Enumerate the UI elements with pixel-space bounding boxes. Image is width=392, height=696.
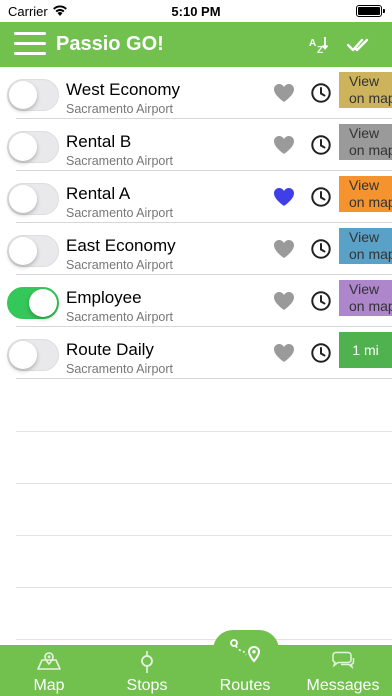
schedule-clock-icon[interactable]	[310, 290, 332, 312]
tab-map[interactable]: Map	[0, 645, 98, 696]
view-on-map-line2: on map	[349, 142, 392, 158]
view-on-map-line1: View	[349, 281, 380, 297]
battery-icon	[356, 5, 385, 17]
app-title: Passio GO!	[56, 33, 164, 55]
route-subtitle: Sacramento Airport	[66, 154, 173, 168]
view-on-map-button[interactable]: View on map	[339, 124, 392, 160]
heart-icon[interactable]	[273, 83, 295, 103]
tab-label: Messages	[306, 677, 380, 694]
route-list: West Economy Sacramento Airport View on m…	[0, 67, 392, 379]
route-row[interactable]: West Economy Sacramento Airport View on m…	[0, 67, 392, 119]
empty-separator	[16, 483, 392, 484]
route-name: Rental A	[66, 184, 131, 203]
row-divider	[16, 378, 392, 379]
tab-label: Routes	[219, 677, 271, 694]
schedule-clock-icon[interactable]	[310, 134, 332, 156]
tab-messages[interactable]: Messages	[294, 645, 392, 696]
view-on-map-line2: on map	[349, 298, 392, 314]
schedule-clock-icon[interactable]	[310, 186, 332, 208]
heart-icon[interactable]	[273, 239, 295, 259]
heart-icon[interactable]	[273, 187, 295, 207]
stop-pin-icon	[141, 651, 153, 673]
view-on-map-line1: View	[349, 229, 380, 245]
status-bar: Carrier 5:10 PM	[0, 0, 392, 22]
route-row[interactable]: Rental A Sacramento Airport View on map	[0, 171, 392, 223]
tab-label: Stops	[126, 677, 168, 694]
route-subtitle: Sacramento Airport	[66, 102, 173, 116]
route-toggle[interactable]	[7, 131, 59, 163]
view-on-map-line2: on map	[349, 194, 392, 210]
route-row[interactable]: East Economy Sacramento Airport View on m…	[0, 223, 392, 275]
view-on-map-button[interactable]: View on map	[339, 72, 392, 108]
heart-icon[interactable]	[273, 343, 295, 363]
schedule-clock-icon[interactable]	[310, 342, 332, 364]
view-on-map-line1: View	[349, 125, 380, 141]
route-name: Route Daily	[66, 340, 154, 359]
route-toggle[interactable]	[7, 79, 59, 111]
tab-stops[interactable]: Stops	[98, 645, 196, 696]
double-check-icon[interactable]	[346, 35, 370, 55]
heart-icon[interactable]	[273, 135, 295, 155]
route-subtitle: Sacramento Airport	[66, 258, 173, 272]
tab-routes[interactable]: Routes	[196, 639, 294, 696]
view-on-map-button[interactable]: View on map	[339, 176, 392, 212]
route-name: Employee	[66, 288, 142, 307]
route-row[interactable]: Rental B Sacramento Airport View on map	[0, 119, 392, 171]
route-toggle[interactable]	[7, 235, 59, 267]
clock-time: 5:10 PM	[171, 4, 221, 19]
route-name: East Economy	[66, 236, 176, 255]
route-toggle[interactable]	[7, 287, 59, 319]
tab-label: Map	[33, 677, 65, 694]
empty-separator	[16, 587, 392, 588]
view-on-map-button[interactable]: View on map	[339, 228, 392, 264]
route-toggle[interactable]	[7, 183, 59, 215]
schedule-clock-icon[interactable]	[310, 238, 332, 260]
route-subtitle: Sacramento Airport	[66, 206, 173, 220]
chat-bubbles-icon	[332, 651, 355, 670]
route-name: Rental B	[66, 132, 132, 151]
sort-az-icon[interactable]: A Z	[308, 35, 330, 55]
distance-button[interactable]: 1 mi	[339, 332, 392, 368]
svg-text:A: A	[309, 38, 316, 49]
route-toggle[interactable]	[7, 339, 59, 371]
route-row[interactable]: Employee Sacramento Airport View on map	[0, 275, 392, 327]
empty-separator	[16, 535, 392, 536]
distance-label: 1 mi	[352, 342, 379, 358]
view-on-map-line2: on map	[349, 246, 392, 262]
map-icon	[37, 652, 61, 670]
route-row[interactable]: Route Daily Sacramento Airport 1 mi	[0, 327, 392, 379]
app-header: Passio GO! A Z	[0, 22, 392, 67]
empty-separator	[16, 431, 392, 432]
route-subtitle: Sacramento Airport	[66, 362, 173, 376]
route-subtitle: Sacramento Airport	[66, 310, 173, 324]
view-on-map-line2: on map	[349, 90, 392, 106]
route-name: West Economy	[66, 80, 181, 99]
view-on-map-line1: View	[349, 177, 380, 193]
schedule-clock-icon[interactable]	[310, 82, 332, 104]
route-icon	[230, 639, 261, 663]
hamburger-icon[interactable]	[14, 32, 46, 56]
heart-icon[interactable]	[273, 291, 295, 311]
view-on-map-line1: View	[349, 73, 380, 89]
view-on-map-button[interactable]: View on map	[339, 280, 392, 316]
